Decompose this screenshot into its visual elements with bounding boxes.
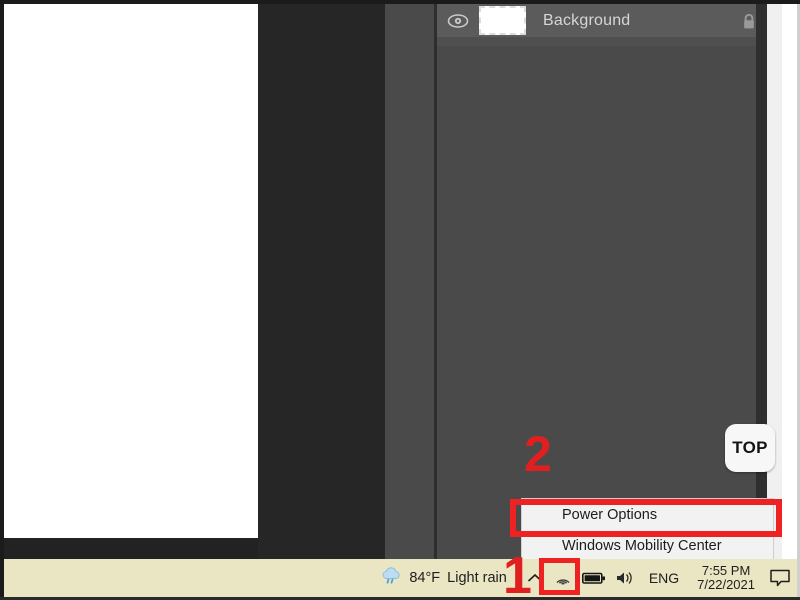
image-canvas[interactable] xyxy=(4,4,258,538)
screenshot-root: Background TOP 2 Power Options Windows M… xyxy=(0,0,800,600)
rain-cloud-icon xyxy=(380,566,402,590)
chat-bubble-icon[interactable] xyxy=(763,560,797,596)
weather-temperature: 84°F xyxy=(409,570,441,586)
layer-thumbnail[interactable] xyxy=(479,6,526,35)
window-border-top xyxy=(0,0,800,4)
annotation-step-1: 1 xyxy=(503,547,532,600)
layer-row[interactable]: Background xyxy=(437,4,767,37)
editor-dark-area xyxy=(258,4,385,559)
lock-icon[interactable] xyxy=(741,13,757,30)
battery-icon[interactable] xyxy=(577,560,611,596)
canvas-bottom-area xyxy=(4,538,258,559)
weather-condition: Light rain xyxy=(447,570,507,586)
clock-time: 7:55 PM xyxy=(701,563,751,576)
taskbar-weather-widget[interactable]: 84°F Light rain xyxy=(380,566,507,590)
panel-scrollbar[interactable] xyxy=(767,4,782,559)
language-indicator[interactable]: ENG xyxy=(639,570,689,586)
panel-right-edge xyxy=(756,4,767,559)
clock-date: 7/22/2021 xyxy=(697,577,755,592)
highlight-box-power-options xyxy=(510,499,782,537)
layer-name-label: Background xyxy=(543,11,631,29)
taskbar-clock[interactable]: 7:55 PM 7/22/2021 xyxy=(689,560,763,596)
layers-panel: Background xyxy=(437,4,782,559)
window-border-left xyxy=(0,0,4,600)
highlight-box-battery-icon xyxy=(539,558,580,595)
top-badge[interactable]: TOP xyxy=(725,424,775,472)
annotation-step-2: 2 xyxy=(524,426,552,482)
editor-toolbar-strip xyxy=(385,4,434,559)
taskbar: 84°F Light rain ENG 7:55 PM 7/22/2021 xyxy=(4,559,797,597)
layers-list-background xyxy=(437,37,767,46)
speaker-icon[interactable] xyxy=(611,560,639,596)
eye-icon[interactable] xyxy=(437,4,479,37)
